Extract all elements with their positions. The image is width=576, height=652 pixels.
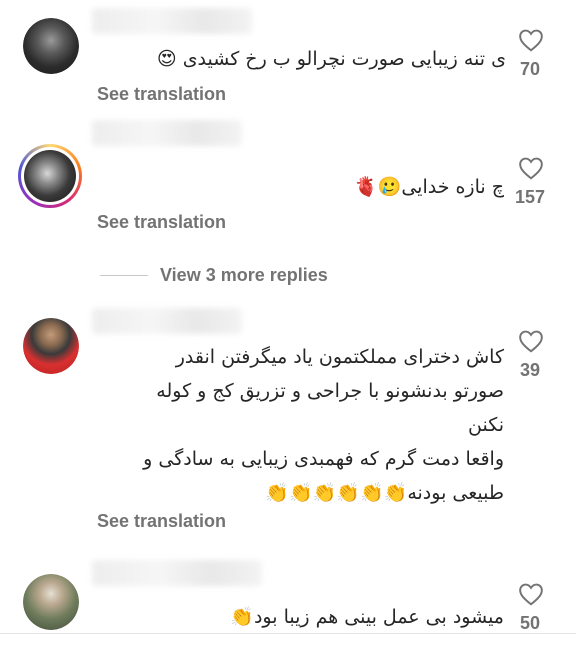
like-count: 70: [519, 59, 541, 79]
view-more-replies-label: View 3 more replies: [160, 265, 328, 285]
heart-icon[interactable]: [518, 329, 544, 353]
avatar[interactable]: [23, 574, 79, 630]
see-translation-link[interactable]: See translation: [97, 511, 226, 532]
comment-text: ی تنه زیبایی صورت نچرالو ب رخ کشیدی 😍: [156, 48, 506, 70]
username-redacted: [92, 120, 242, 146]
username-redacted: [92, 8, 252, 34]
view-more-replies-button[interactable]: View 3 more replies: [100, 263, 400, 291]
like-count: 157: [514, 187, 546, 207]
comment-text: میشود بی عمل بینی هم زیبا بود👏: [230, 606, 504, 628]
see-translation-link[interactable]: See translation: [97, 212, 226, 233]
comment-text: کاش دخترای مملکتمون یاد میگرفتن انقدر صو…: [143, 346, 504, 504]
heart-icon[interactable]: [518, 28, 544, 52]
heart-icon[interactable]: [518, 156, 544, 180]
like-count: 39: [519, 360, 541, 380]
replies-divider: [100, 275, 148, 276]
heart-icon[interactable]: [518, 582, 544, 606]
username-redacted: [92, 308, 242, 334]
divider: [0, 633, 576, 634]
avatar-story-ring[interactable]: [18, 144, 82, 208]
avatar[interactable]: [23, 18, 79, 74]
username-redacted: [92, 560, 262, 586]
see-translation-link[interactable]: See translation: [97, 84, 226, 105]
comment-text: چ نازه خدایی🥲🫀: [354, 176, 504, 198]
like-count: 50: [519, 613, 541, 633]
